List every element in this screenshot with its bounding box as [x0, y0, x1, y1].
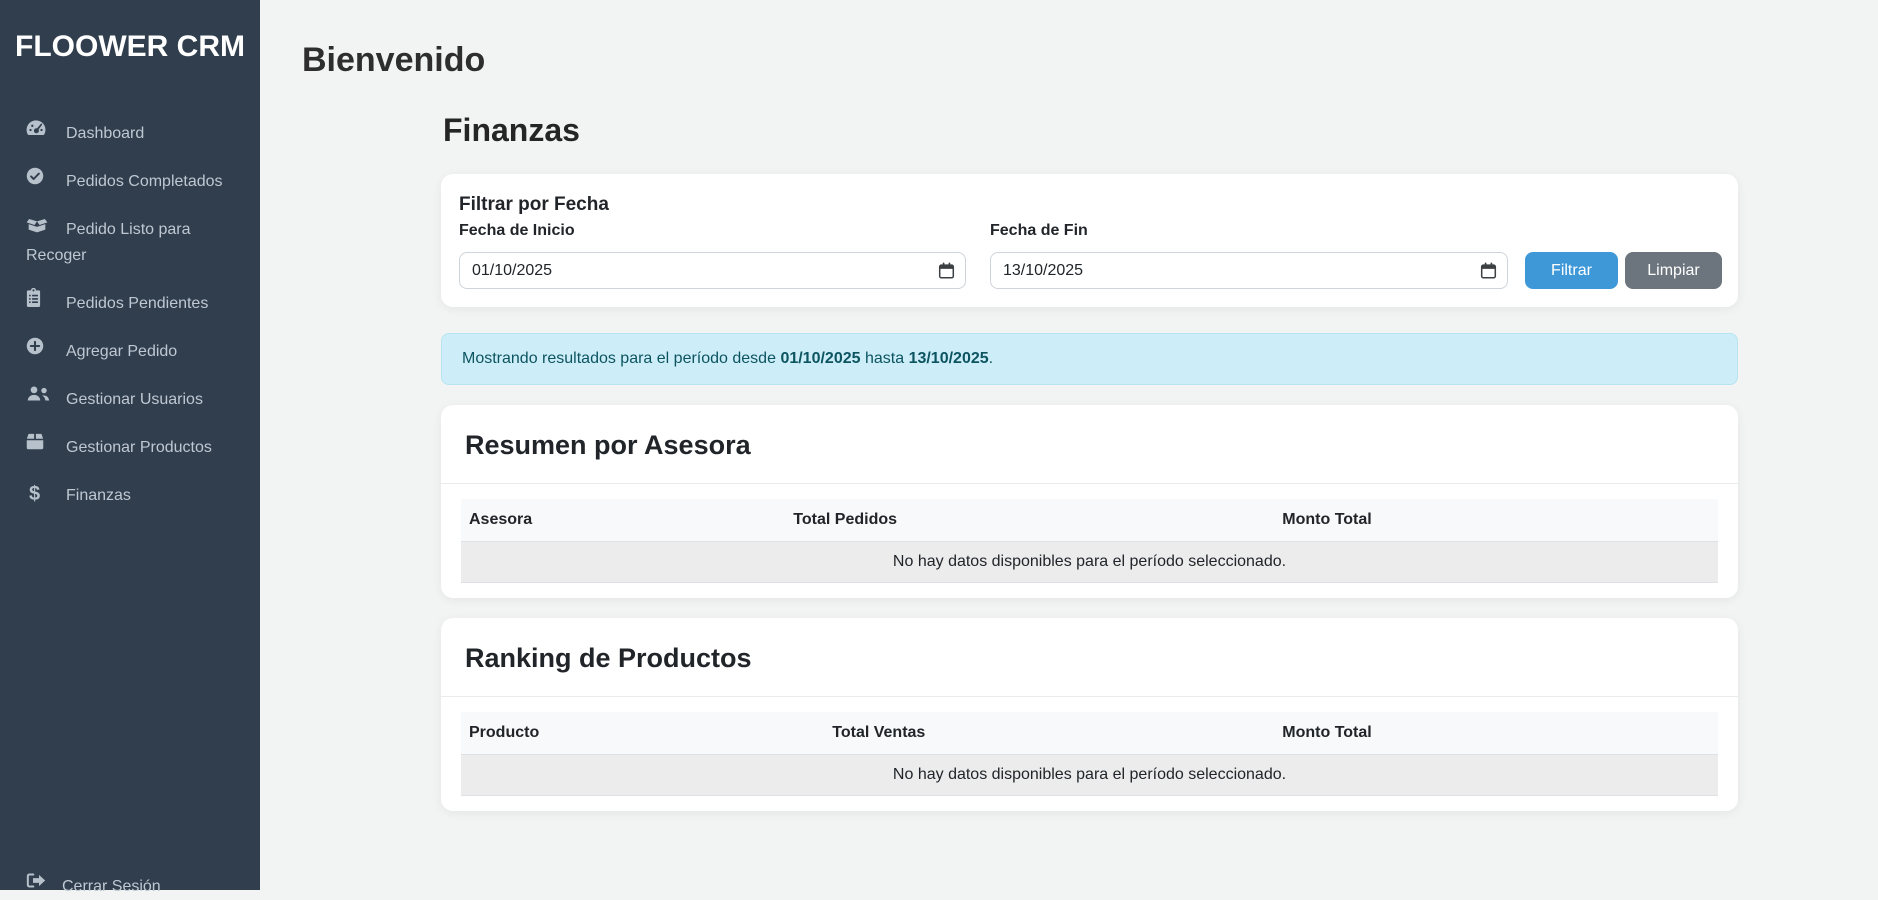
end-date-label: Fecha de Fin	[990, 222, 1088, 240]
resumen-table: Asesora Total Pedidos Monto Total No hay…	[461, 499, 1718, 584]
resumen-card: Resumen por Asesora Asesora Total Pedido…	[441, 405, 1738, 599]
limpiar-button[interactable]: Limpiar	[1625, 252, 1722, 290]
start-date-label: Fecha de Inicio	[459, 222, 575, 240]
sidebar-item-label: Gestionar Productos	[66, 439, 212, 456]
sign-out-icon	[26, 872, 62, 898]
filter-row: Fecha de Inicio Fecha de Fin	[459, 222, 1722, 290]
sidebar-item-gestionar-productos[interactable]: Gestionar Productos	[26, 433, 244, 461]
end-date-field: Fecha de Fin	[990, 222, 1508, 290]
sidebar-item-pedidos-pendientes[interactable]: Pedidos Pendientes	[26, 288, 244, 317]
empty-message: No hay datos disponibles para el período…	[461, 541, 1718, 584]
column-header: Producto	[461, 712, 825, 756]
page-container: Finanzas Filtrar por Fecha Fecha de Inic…	[441, 111, 1738, 812]
date-range-alert: Mostrando resultados para el período des…	[441, 333, 1738, 386]
column-header: Asesora	[461, 499, 786, 543]
sidebar-item-agregar-pedido[interactable]: Agregar Pedido	[26, 337, 244, 365]
ranking-table-wrap: Producto Total Ventas Monto Total No hay…	[441, 697, 1738, 811]
end-date-wrap	[990, 252, 1508, 290]
alert-text: .	[988, 350, 994, 368]
table-header-row: Producto Total Ventas Monto Total	[461, 712, 1718, 756]
main-content: Bienvenido Finanzas Filtrar por Fecha Fe…	[260, 0, 1878, 890]
empty-message: No hay datos disponibles para el período…	[461, 754, 1718, 797]
ranking-table: Producto Total Ventas Monto Total No hay…	[461, 712, 1718, 797]
filter-card: Filtrar por Fecha Fecha de Inicio Fecha …	[441, 174, 1738, 308]
sidebar-item-gestionar-usuarios[interactable]: Gestionar Usuarios	[26, 385, 244, 413]
users-icon	[26, 385, 66, 411]
box-open-icon	[26, 215, 66, 242]
column-header: Total Pedidos	[785, 499, 1275, 543]
check-circle-icon	[26, 167, 66, 194]
ranking-title: Ranking de Productos	[465, 643, 752, 674]
ranking-header: Ranking de Productos	[441, 618, 1738, 698]
page-title: Finanzas	[443, 111, 580, 148]
column-header: Total Ventas	[824, 712, 1275, 756]
start-date-field: Fecha de Inicio	[459, 222, 966, 290]
end-date-input[interactable]	[990, 252, 1508, 290]
sidebar-item-label: Gestionar Usuarios	[66, 391, 203, 408]
resumen-table-wrap: Asesora Total Pedidos Monto Total No hay…	[441, 484, 1738, 598]
calendar-icon[interactable]	[1480, 262, 1497, 279]
sidebar-item-label: Pedidos Pendientes	[66, 295, 209, 312]
alert-text: Mostrando resultados para el período des…	[462, 350, 776, 368]
start-date-wrap	[459, 252, 966, 290]
brand-title: FLOOWER CRM	[15, 30, 245, 63]
ranking-card: Ranking de Productos Producto Total Vent…	[441, 618, 1738, 812]
column-header: Monto Total	[1274, 499, 1718, 543]
start-date-input[interactable]	[459, 252, 966, 290]
welcome-title: Bienvenido	[302, 41, 486, 79]
logout-label: Cerrar Sesión	[62, 878, 161, 895]
resumen-title: Resumen por Asesora	[465, 430, 751, 461]
sidebar-item-label: Pedidos Completados	[66, 173, 223, 190]
filtrar-button[interactable]: Filtrar	[1525, 252, 1618, 290]
sidebar-item-finanzas[interactable]: $ Finanzas	[26, 483, 244, 509]
table-row: No hay datos disponibles para el período…	[461, 754, 1718, 797]
app-root: FLOOWER CRM Dashboard Pedidos Completado…	[0, 0, 1878, 895]
sidebar-item-pedido-listo[interactable]: Pedido Listo para Recoger	[26, 217, 244, 269]
sidebar-item-label: Agregar Pedido	[66, 343, 178, 360]
plus-circle-icon	[26, 337, 66, 364]
dollar-sign-icon: $	[29, 483, 41, 506]
table-row: No hay datos disponibles para el período…	[461, 541, 1718, 584]
filter-title: Filtrar por Fecha	[459, 194, 609, 216]
gauge-icon	[26, 119, 66, 145]
sidebar: FLOOWER CRM Dashboard Pedidos Completado…	[0, 0, 260, 895]
resumen-header: Resumen por Asesora	[441, 405, 1738, 485]
alert-text: hasta	[864, 350, 905, 368]
sidebar-item-pedidos-completados[interactable]: Pedidos Completados	[26, 167, 244, 195]
sidebar-item-dashboard[interactable]: Dashboard	[26, 119, 244, 147]
clipboard-list-icon	[26, 288, 66, 316]
calendar-icon[interactable]	[938, 262, 955, 279]
alert-start-date: 01/10/2025	[780, 350, 861, 368]
sidebar-item-logout[interactable]: Cerrar Sesión	[26, 872, 161, 900]
sidebar-nav: Dashboard Pedidos Completados Pedido Lis…	[0, 119, 260, 509]
box-icon	[26, 433, 66, 459]
sidebar-item-label: Dashboard	[66, 125, 145, 142]
alert-end-date: 13/10/2025	[908, 350, 989, 368]
sidebar-item-label: Finanzas	[66, 487, 131, 504]
filter-buttons: Filtrar Limpiar	[1525, 252, 1722, 290]
column-header: Monto Total	[1274, 712, 1718, 756]
table-header-row: Asesora Total Pedidos Monto Total	[461, 499, 1718, 543]
